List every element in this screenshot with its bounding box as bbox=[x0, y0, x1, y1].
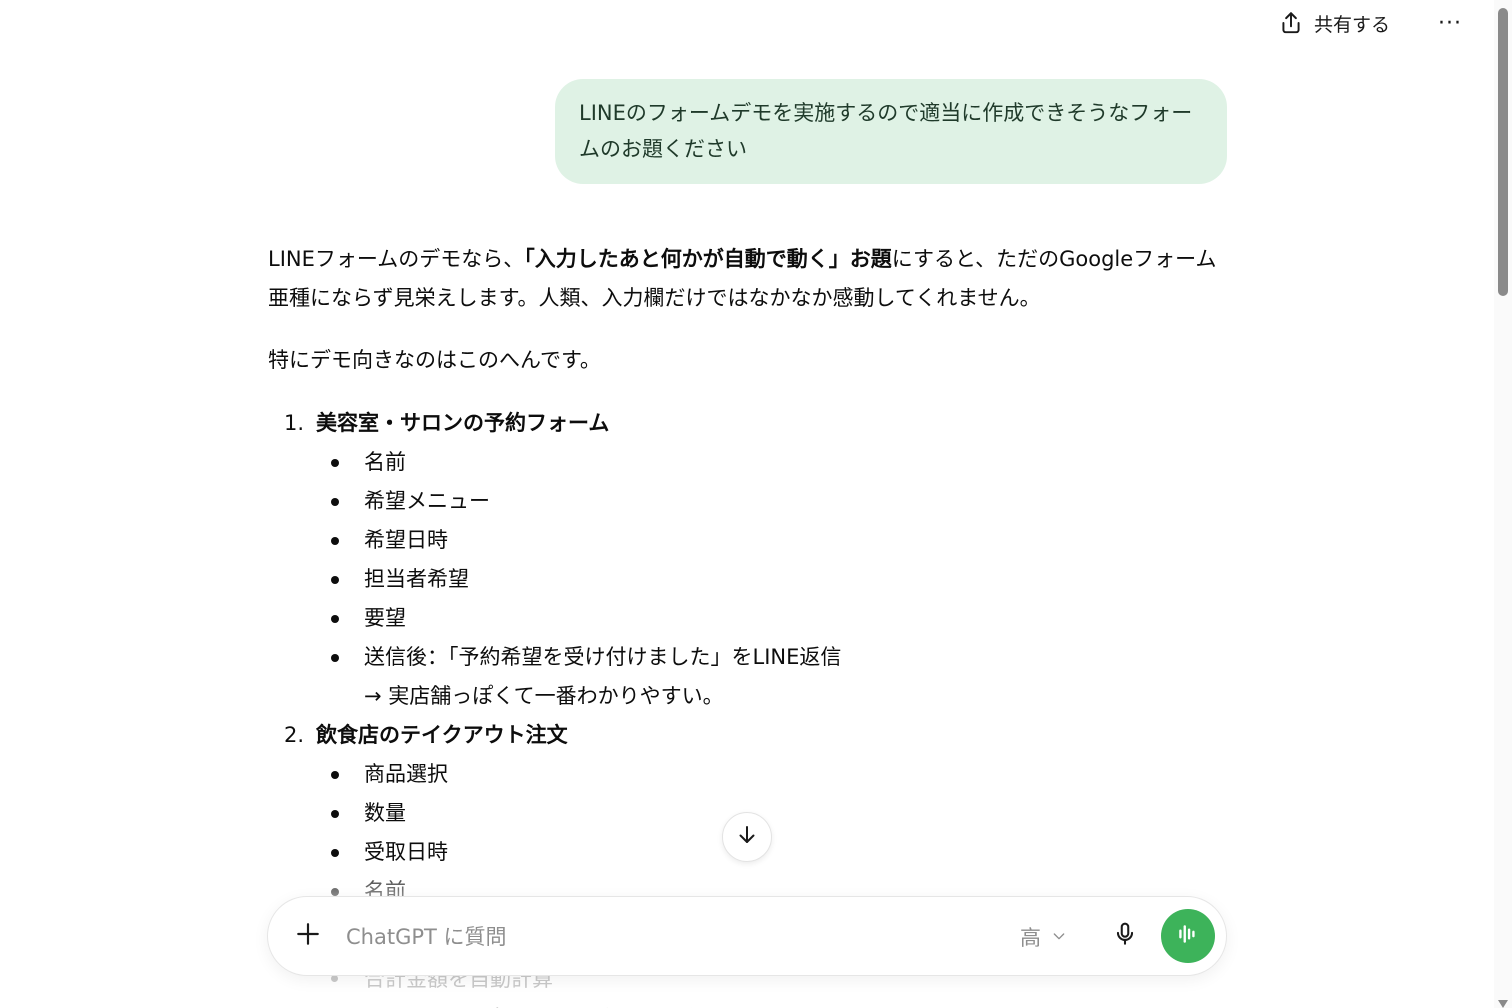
topic-note: → 実店舗っぽくて一番わかりやすい。 bbox=[364, 684, 724, 708]
list-item: 送信後：「予約希望を受け付けました」をLINE返信 bbox=[316, 638, 1218, 677]
share-label: 共有する bbox=[1314, 13, 1391, 36]
intro-text-pre: LINEフォームのデモなら、 bbox=[268, 247, 525, 271]
arrow-down-icon bbox=[735, 823, 759, 851]
voice-waveform-icon bbox=[1175, 921, 1201, 951]
more-options-icon[interactable]: ··· bbox=[1432, 8, 1468, 38]
microphone-button[interactable] bbox=[1106, 917, 1144, 955]
assistant-message: LINEフォームのデモなら、「入力したあと何かが自動で動く」お題にすると、ただの… bbox=[268, 240, 1218, 911]
voice-mode-button[interactable] bbox=[1161, 909, 1215, 963]
list-item: 希望日時 bbox=[316, 521, 1218, 560]
scroll-to-bottom-button[interactable] bbox=[722, 812, 772, 862]
user-message-bubble: LINEのフォームデモを実施するので適当に作成できそうなフォームのお題ください bbox=[555, 79, 1227, 184]
list-item: 名前 bbox=[316, 443, 1218, 482]
topic-title: 美容室・サロンの予約フォーム bbox=[316, 411, 610, 435]
scrollbar-thumb[interactable] bbox=[1498, 8, 1508, 296]
intro-text-strong: 「入力したあと何かが自動で動く」お題 bbox=[524, 247, 892, 271]
topic-number: 2. bbox=[284, 723, 305, 747]
topic-title: 飲食店のテイクアウト注文 bbox=[316, 723, 568, 747]
assistant-intro: LINEフォームのデモなら、「入力したあと何かが自動で動く」お題にすると、ただの… bbox=[268, 240, 1218, 318]
user-message-text: LINEのフォームデモを実施するので適当に作成できそうなフォームのお題ください bbox=[579, 101, 1193, 161]
plus-icon bbox=[295, 921, 321, 951]
list-item: 要望 bbox=[316, 599, 1218, 638]
field-list: 名前 希望メニュー 希望日時 担当者希望 要望 送信後：「予約希望を受け付けまし… bbox=[316, 443, 1218, 677]
chat-page: 共有する ··· LINEのフォームデモを実施するので適当に作成できそうなフォー… bbox=[0, 0, 1512, 1008]
assistant-lead: 特にデモ向きなのはこのへんです。 bbox=[268, 348, 601, 372]
list-item: 希望メニュー bbox=[316, 482, 1218, 521]
attach-button[interactable] bbox=[288, 916, 328, 956]
top-bar: 共有する ··· bbox=[0, 0, 1492, 46]
topic-item: 1. 美容室・サロンの予約フォーム 名前 希望メニュー 希望日時 担当者希望 要… bbox=[268, 404, 1218, 716]
topic-number: 1. bbox=[284, 411, 305, 435]
composer: 高 bbox=[267, 896, 1227, 976]
list-item: 商品選択 bbox=[316, 755, 1218, 794]
chevron-down-icon bbox=[1051, 925, 1067, 949]
share-button[interactable]: 共有する bbox=[1278, 8, 1390, 38]
model-mode-select[interactable]: 高 bbox=[1020, 919, 1067, 955]
microphone-icon bbox=[1112, 921, 1138, 951]
list-item: 担当者希望 bbox=[316, 560, 1218, 599]
mode-label: 高 bbox=[1020, 926, 1041, 950]
share-icon bbox=[1278, 10, 1304, 36]
scroll-down-arrow-icon[interactable] bbox=[1498, 1000, 1508, 1008]
page-scrollbar[interactable] bbox=[1494, 0, 1512, 1008]
prompt-input[interactable] bbox=[344, 917, 968, 957]
topic-note: → フォーム＋処理ロジックを見せやすい bbox=[328, 999, 745, 1008]
